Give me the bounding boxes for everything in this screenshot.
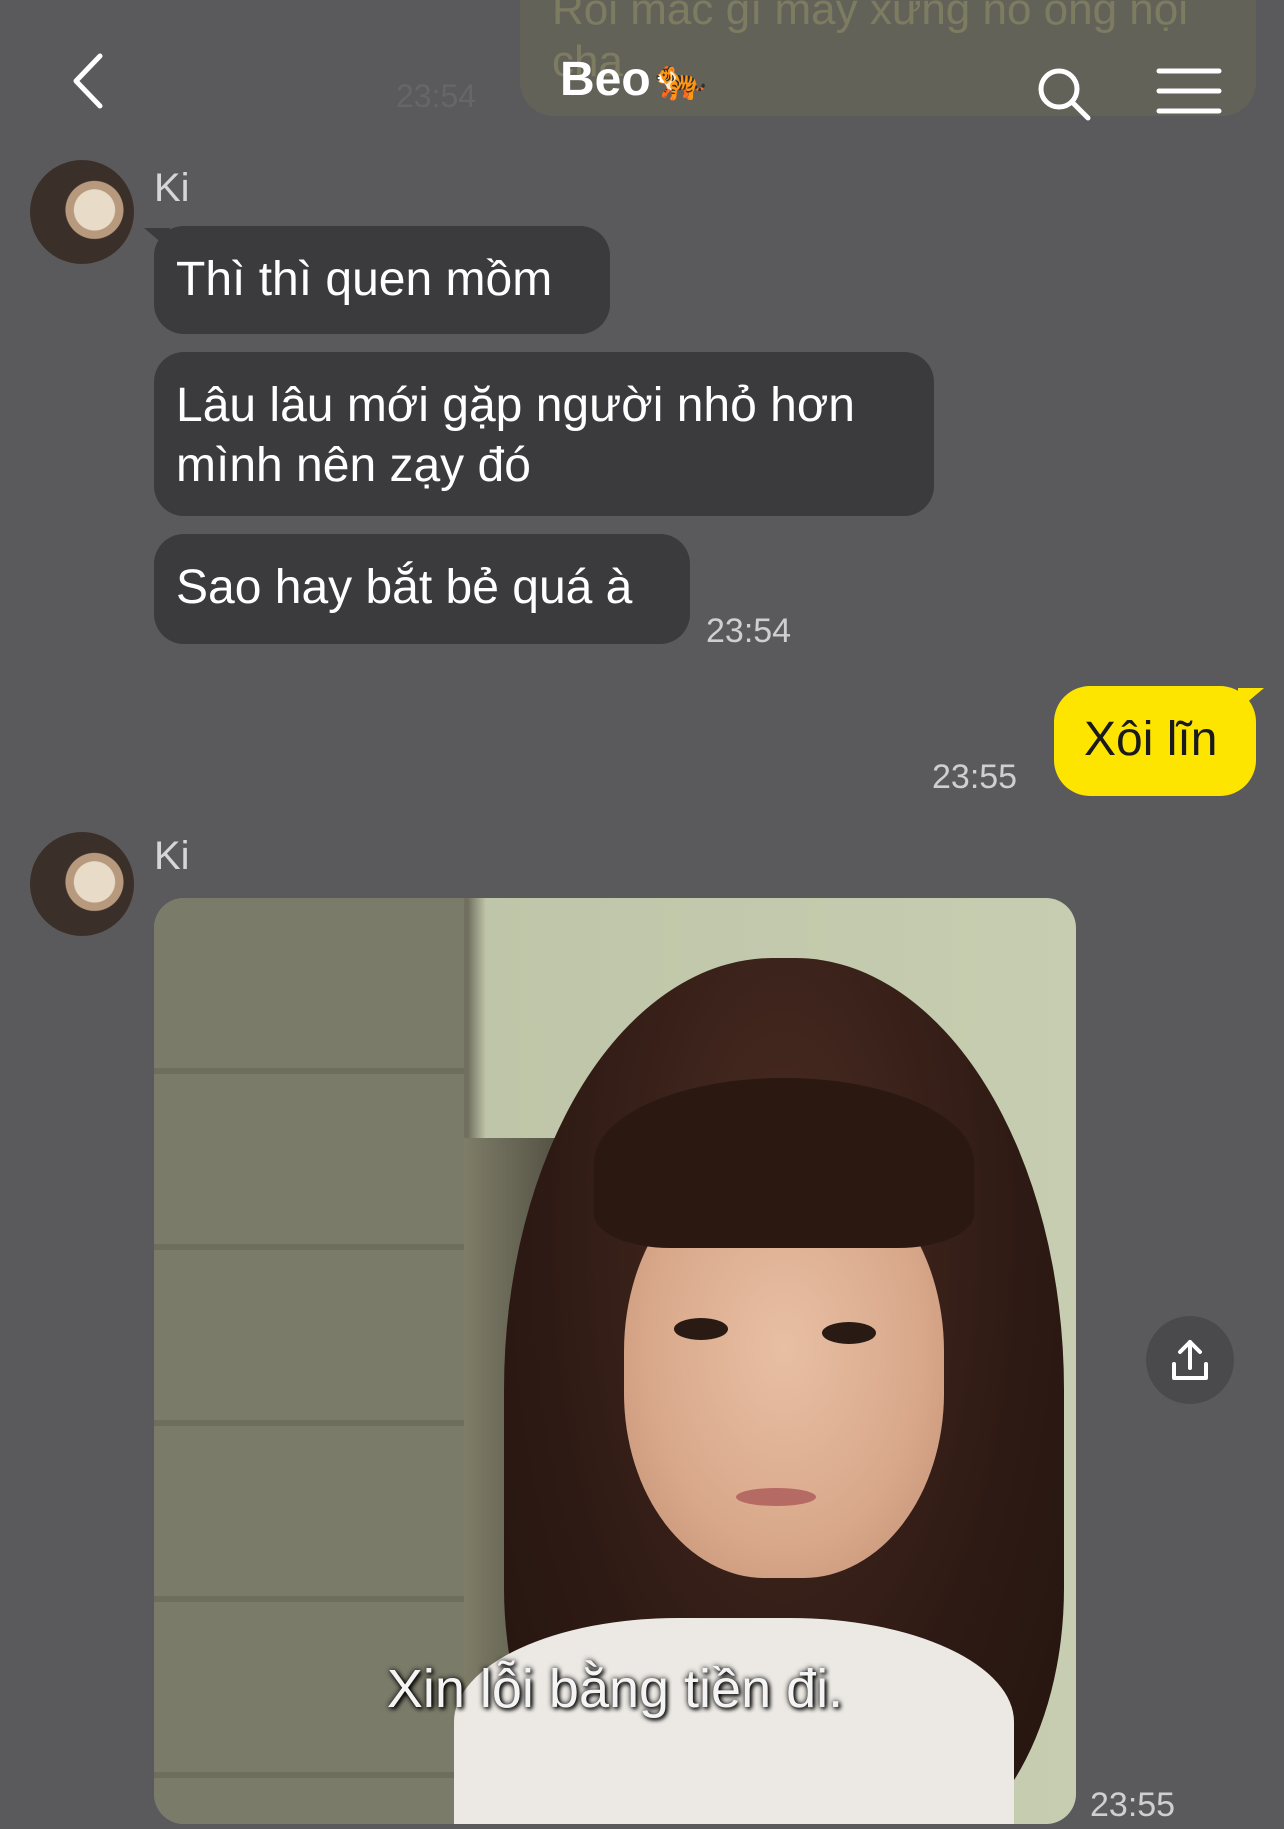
message-text: Xôi lĩn (1084, 713, 1218, 766)
tiger-icon: 🐅 (654, 55, 707, 102)
menu-icon (1156, 68, 1222, 114)
message-text: Sao hay bắt bẻ quá à (176, 561, 633, 614)
photo-subject-eye (822, 1322, 876, 1344)
message-text: Lâu lâu mới gặp người nhỏ hơn mình nên z… (176, 379, 855, 492)
sender-name: Ki (154, 166, 190, 210)
share-icon (1172, 1340, 1208, 1380)
previous-message-time: 23:54 (396, 78, 477, 114)
photo-subject-mouth (736, 1488, 816, 1506)
search-button[interactable] (1034, 64, 1094, 124)
avatar[interactable] (30, 832, 134, 936)
message-bubble[interactable]: Lâu lâu mới gặp người nhỏ hơn mình nên z… (154, 352, 934, 516)
photo-caption: Xin lỗi bằng tiền đi. (386, 1659, 844, 1719)
share-button[interactable] (1146, 1316, 1234, 1404)
sender-name: Ki (154, 834, 190, 878)
back-button[interactable] (60, 46, 120, 116)
chat-title-text: Beo (560, 53, 651, 106)
photo-subject-shirt (454, 1618, 1014, 1824)
message-time: 23:55 (932, 758, 1018, 796)
message-bubble[interactable]: Sao hay bắt bẻ quá à (154, 534, 690, 644)
message-text: Thì thì quen mồm (176, 253, 553, 306)
search-icon (1038, 68, 1091, 121)
photo-subject-bangs (594, 1078, 974, 1248)
photo-subject-eye (674, 1318, 728, 1340)
message-time: 23:55 (1090, 1786, 1176, 1824)
photo-message[interactable]: Xin lỗi bằng tiền đi. (154, 898, 1076, 1824)
message-time: 23:54 (706, 612, 792, 650)
message-bubble[interactable]: Thì thì quen mồm (154, 226, 610, 334)
menu-button[interactable] (1156, 66, 1222, 116)
my-message-bubble[interactable]: Xôi lĩn (1054, 686, 1256, 796)
chat-title: Beo 🐅 (560, 52, 707, 107)
chevron-left-icon (73, 53, 103, 109)
avatar[interactable] (30, 160, 134, 264)
